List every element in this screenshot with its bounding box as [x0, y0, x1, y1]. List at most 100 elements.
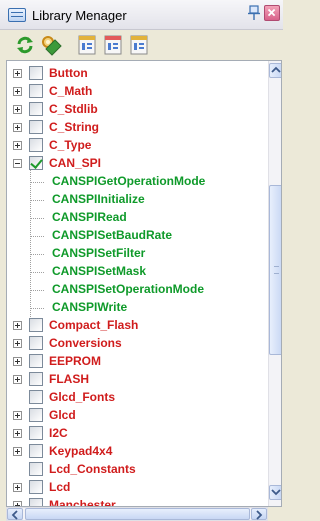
routine-label[interactable]: CANSPIInitialize [52, 192, 145, 206]
library-label[interactable]: C_Math [49, 84, 92, 98]
routine-label[interactable]: CANSPIWrite [52, 300, 127, 314]
expand-icon[interactable] [13, 411, 22, 420]
tree-item[interactable]: Compact_Flash [7, 317, 263, 335]
scroll-up-button[interactable] [269, 63, 281, 78]
library-label[interactable]: Button [49, 66, 88, 80]
library-checkbox[interactable] [29, 444, 43, 458]
library-label[interactable]: C_Type [49, 138, 91, 152]
routine-label[interactable]: CANSPISetOperationMode [52, 282, 204, 296]
document-icon[interactable] [76, 34, 98, 56]
tree-connector [30, 200, 44, 201]
tree-connector [30, 272, 44, 273]
document-icon[interactable] [128, 34, 150, 56]
expand-icon[interactable] [13, 87, 22, 96]
collapse-icon[interactable] [13, 159, 22, 168]
expand-icon[interactable] [13, 141, 22, 150]
tree-item[interactable]: CAN_SPI [7, 155, 263, 173]
expand-icon[interactable] [13, 339, 22, 348]
tree-child-item[interactable]: CANSPISetMask [7, 263, 263, 281]
library-checkbox[interactable] [29, 426, 43, 440]
expand-icon[interactable] [13, 69, 22, 78]
library-checkbox[interactable] [29, 138, 43, 152]
tree-connector [30, 182, 44, 183]
scroll-left-button[interactable] [7, 508, 23, 520]
library-checkbox[interactable] [29, 336, 43, 350]
tree-child-item[interactable]: CANSPISetBaudRate [7, 227, 263, 245]
library-checkbox[interactable] [29, 84, 43, 98]
library-checkbox[interactable] [29, 462, 43, 476]
routine-label[interactable]: CANSPISetFilter [52, 246, 145, 260]
horizontal-scrollbar[interactable] [6, 507, 268, 521]
library-label[interactable]: EEPROM [49, 354, 101, 368]
scroll-right-button[interactable] [251, 508, 267, 520]
expand-icon[interactable] [13, 483, 22, 492]
library-checkbox[interactable] [29, 390, 43, 404]
vertical-scroll-thumb[interactable] [269, 185, 281, 355]
library-label[interactable]: Lcd [49, 480, 70, 494]
library-checkbox[interactable] [29, 102, 43, 116]
scroll-down-button[interactable] [269, 485, 281, 500]
tree-item[interactable]: FLASH [7, 371, 263, 389]
library-checkbox[interactable] [29, 354, 43, 368]
tree-item[interactable]: C_Math [7, 83, 263, 101]
tree-item[interactable]: C_Type [7, 137, 263, 155]
expand-icon[interactable] [13, 357, 22, 366]
library-label[interactable]: C_Stdlib [49, 102, 98, 116]
library-label[interactable]: Keypad4x4 [49, 444, 112, 458]
library-label[interactable]: Lcd_Constants [49, 462, 136, 476]
window-icon [8, 8, 26, 22]
pin-icon[interactable] [247, 5, 261, 21]
vertical-scrollbar[interactable] [268, 61, 281, 506]
expand-icon[interactable] [13, 105, 22, 114]
search-icon[interactable] [40, 34, 62, 56]
tree-child-item[interactable]: CANSPISetFilter [7, 245, 263, 263]
library-checkbox[interactable] [29, 318, 43, 332]
library-checkbox[interactable] [29, 120, 43, 134]
expand-icon[interactable] [13, 321, 22, 330]
expand-icon[interactable] [13, 375, 22, 384]
library-checkbox[interactable] [29, 408, 43, 422]
tree-item[interactable]: Conversions [7, 335, 263, 353]
expand-icon[interactable] [13, 429, 22, 438]
library-label[interactable]: Glcd_Fonts [49, 390, 115, 404]
routine-label[interactable]: CANSPIGetOperationMode [52, 174, 205, 188]
library-checkbox[interactable] [29, 498, 43, 506]
tree-item[interactable]: Glcd_Fonts [7, 389, 263, 407]
tree-item[interactable]: Lcd [7, 479, 263, 497]
library-checkbox[interactable] [29, 372, 43, 386]
refresh-icon[interactable] [14, 34, 36, 56]
expand-icon[interactable] [13, 123, 22, 132]
library-label[interactable]: Conversions [49, 336, 122, 350]
library-label[interactable]: C_String [49, 120, 99, 134]
tree-item[interactable]: C_Stdlib [7, 101, 263, 119]
library-label[interactable]: Manchester [49, 498, 116, 506]
library-checkbox[interactable] [29, 480, 43, 494]
library-label[interactable]: I2C [49, 426, 68, 440]
tree-item[interactable]: EEPROM [7, 353, 263, 371]
routine-label[interactable]: CANSPIRead [52, 210, 127, 224]
tree-child-item[interactable]: CANSPISetOperationMode [7, 281, 263, 299]
library-label[interactable]: Glcd [49, 408, 76, 422]
library-label[interactable]: FLASH [49, 372, 89, 386]
library-checkbox[interactable] [29, 66, 43, 80]
tree-child-item[interactable]: CANSPIRead [7, 209, 263, 227]
tree-child-item[interactable]: CANSPIGetOperationMode [7, 173, 263, 191]
tree-item[interactable]: Manchester [7, 497, 263, 506]
library-label[interactable]: Compact_Flash [49, 318, 138, 332]
tree-item[interactable]: Glcd [7, 407, 263, 425]
tree-item[interactable]: Button [7, 65, 263, 83]
routine-label[interactable]: CANSPISetMask [52, 264, 146, 278]
tree-child-item[interactable]: CANSPIWrite [7, 299, 263, 317]
library-checkbox[interactable] [29, 156, 43, 170]
routine-label[interactable]: CANSPISetBaudRate [52, 228, 172, 242]
tree-child-item[interactable]: CANSPIInitialize [7, 191, 263, 209]
tree-item[interactable]: Lcd_Constants [7, 461, 263, 479]
library-label[interactable]: CAN_SPI [49, 156, 101, 170]
horizontal-scroll-thumb[interactable] [25, 508, 250, 520]
tree-item[interactable]: C_String [7, 119, 263, 137]
tree-item[interactable]: I2C [7, 425, 263, 443]
document-icon[interactable] [102, 34, 124, 56]
close-icon[interactable] [264, 5, 280, 21]
tree-item[interactable]: Keypad4x4 [7, 443, 263, 461]
expand-icon[interactable] [13, 447, 22, 456]
